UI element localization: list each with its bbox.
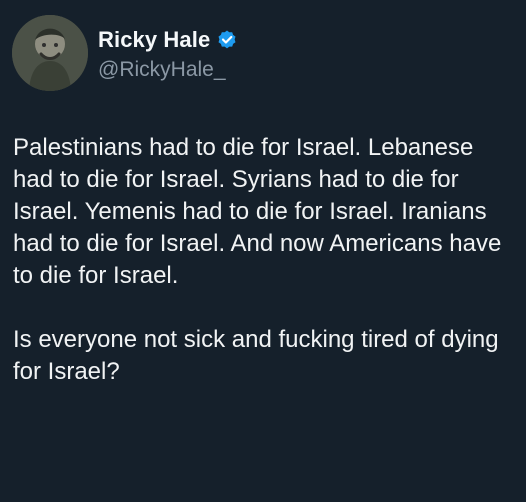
avatar-image — [12, 15, 88, 91]
verified-badge-icon — [216, 29, 238, 51]
display-name[interactable]: Ricky Hale — [98, 27, 210, 53]
profile-avatar-icon[interactable] — [12, 15, 88, 91]
name-row: Ricky Hale — [98, 26, 238, 54]
tweet-paragraph-1: Palestinians had to die for Israel. Leba… — [13, 134, 502, 289]
author-identity: Ricky Hale @RickyHale_ — [98, 26, 238, 82]
tweet-text: Palestinians had to die for Israel. Leba… — [13, 132, 518, 388]
tweet-paragraph-2: Is everyone not sick and fucking tired o… — [13, 326, 499, 385]
tweet-card: Ricky Hale @RickyHale_ Palestinians had … — [0, 0, 526, 502]
tweet-header: Ricky Hale @RickyHale_ — [12, 15, 238, 93]
author-handle[interactable]: @RickyHale_ — [98, 58, 238, 82]
